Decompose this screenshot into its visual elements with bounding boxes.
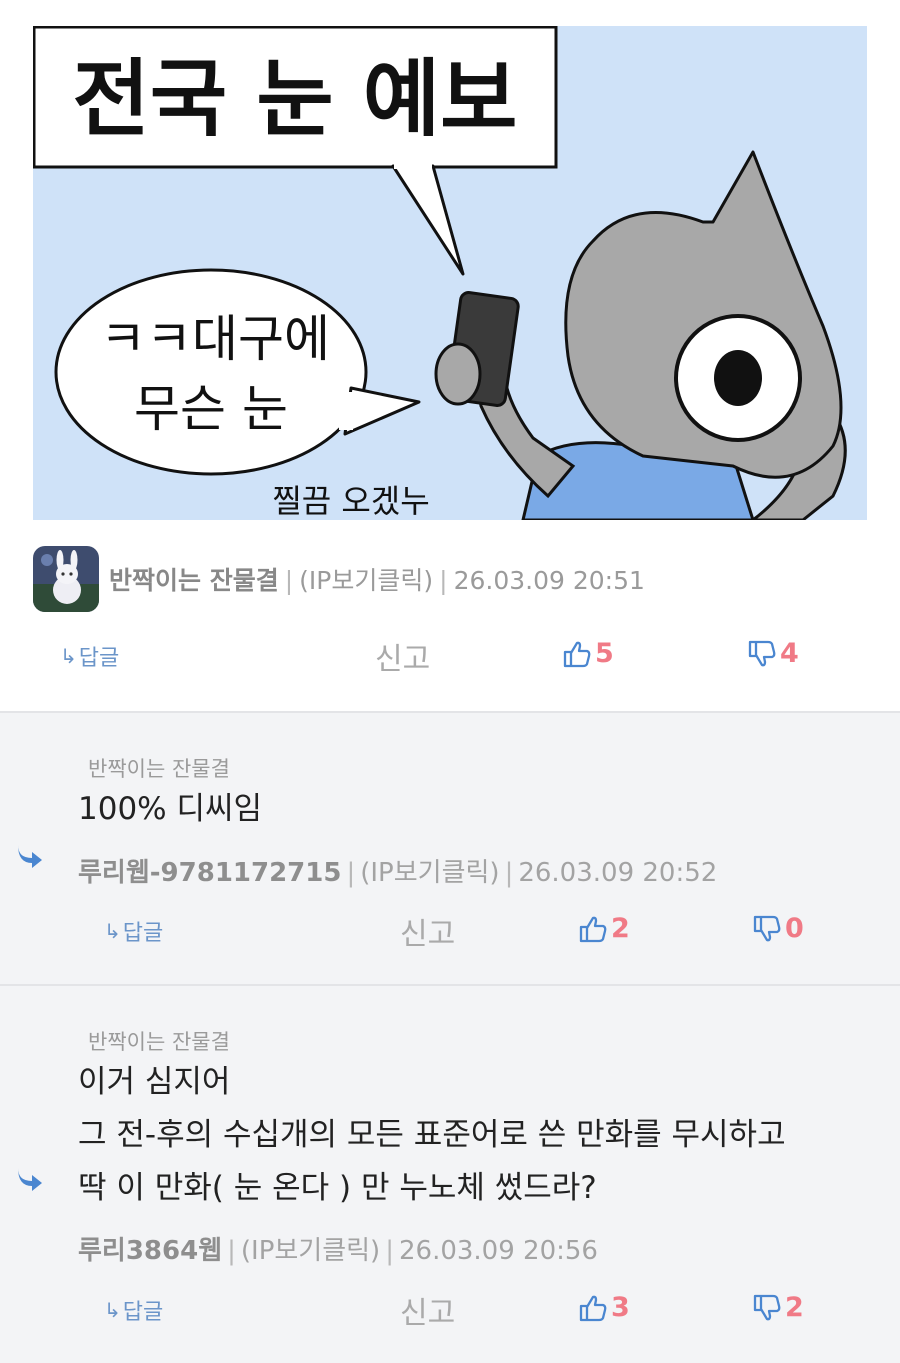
reply-indicator-icon [18,845,42,868]
thumbs-down-icon [753,1294,781,1320]
reply-comment: 반짝이는 잔물결 100% 디씨임 루리웹-9781172715 | (IP보기클릭… [0,711,900,985]
reply-button-label: 답글 [122,1300,164,1325]
separator: | [227,1236,236,1266]
reply-button[interactable]: ↳ 답글 [104,915,163,947]
reply-arrow-icon: ↳ [104,1298,121,1322]
reply-comment: 반짝이는 잔물결 이거 심지어 그 전-후의 수십개의 모든 표준어로 쓴 만화… [0,984,900,1363]
reply-actions: ↳ 답글 신고 2 0 [0,909,900,953]
reply-datetime: 26.03.09 20:56 [398,1236,598,1266]
report-button[interactable]: 신고 [375,634,430,678]
dislike-button[interactable]: 4 [747,638,799,669]
reply-author-nickname[interactable]: 루리3864웹 [78,1236,222,1266]
like-button[interactable]: 3 [578,1292,630,1323]
comment-meta: 반짝이는 잔물결 | (IP보기클릭) | 26.03.09 20:51 [33,546,645,612]
reply-body: 이거 심지어 그 전-후의 수십개의 모든 표준어로 쓴 만화를 무시하고 딱 … [78,1064,786,1206]
reply-arrow-icon: ↳ [104,919,121,943]
reply-actions: ↳ 답글 신고 3 2 [0,1288,900,1332]
like-count: 5 [595,638,614,669]
dislike-count: 0 [785,913,804,944]
separator: | [385,1236,394,1266]
comic-image: 전국 눈 예보 ㅋㅋ대구에 무슨 눈 찔끔 오겠누 [33,26,867,520]
author-nickname[interactable]: 반짝이는 잔물결 [109,566,279,595]
reply-indicator-icon [18,1168,42,1191]
ip-link[interactable]: (IP보기클릭) [299,566,433,595]
comment-datetime: 26.03.09 20:51 [453,566,645,595]
separator: | [504,858,514,888]
separator: | [346,858,356,888]
reply-author-nickname[interactable]: 루리웹-9781172715 [78,858,341,888]
reply-button[interactable]: ↳ 답글 [60,640,119,672]
like-count: 3 [611,1292,630,1323]
reply-body: 100% 디씨임 [78,791,263,827]
like-count: 2 [611,913,630,944]
separator: | [439,566,448,595]
like-button[interactable]: 2 [578,913,630,944]
thumbs-up-icon [563,641,591,667]
avatar[interactable] [33,546,99,612]
reply-meta-line: 루리웹-9781172715 | (IP보기클릭) | 26.03.09 20:52 [78,852,717,889]
caption-box-text: 전국 눈 예보 [73,50,518,148]
thumbs-down-icon [748,640,776,666]
thumbs-up-icon [579,1295,607,1321]
thumbs-down-icon [753,915,781,941]
comment-actions: ↳ 답글 신고 5 4 [0,634,900,678]
report-button[interactable]: 신고 [400,909,455,953]
reply-arrow-icon: ↳ [60,644,77,668]
reply-button[interactable]: ↳ 답글 [104,1294,163,1326]
thumbs-up-icon [579,916,607,942]
speech-line-1: ㅋㅋ대구에 [100,310,330,368]
reply-datetime: 26.03.09 20:52 [518,858,718,888]
ip-link[interactable]: (IP보기클릭) [241,1236,380,1266]
dislike-count: 2 [785,1292,804,1323]
dislike-button[interactable]: 0 [752,913,804,944]
bottom-text: 찔끔 오겠누 [272,482,429,520]
separator: | [284,566,294,595]
like-button[interactable]: 5 [562,638,614,669]
dislike-count: 4 [780,638,799,669]
reply-button-label: 답글 [78,646,120,671]
reply-button-label: 답글 [122,921,164,946]
speech-line-2: 무슨 눈 [134,380,288,438]
comment-meta-line: 반짝이는 잔물결 | (IP보기클릭) | 26.03.09 20:51 [109,561,645,597]
ip-link[interactable]: (IP보기클릭) [360,858,499,888]
report-button[interactable]: 신고 [400,1288,455,1332]
reply-meta-line: 루리3864웹 | (IP보기클릭) | 26.03.09 20:56 [78,1230,598,1267]
reply-target-nickname: 반짝이는 잔물결 [88,757,230,781]
dislike-button[interactable]: 2 [752,1292,804,1323]
reply-target-nickname: 반짝이는 잔물결 [88,1030,230,1054]
